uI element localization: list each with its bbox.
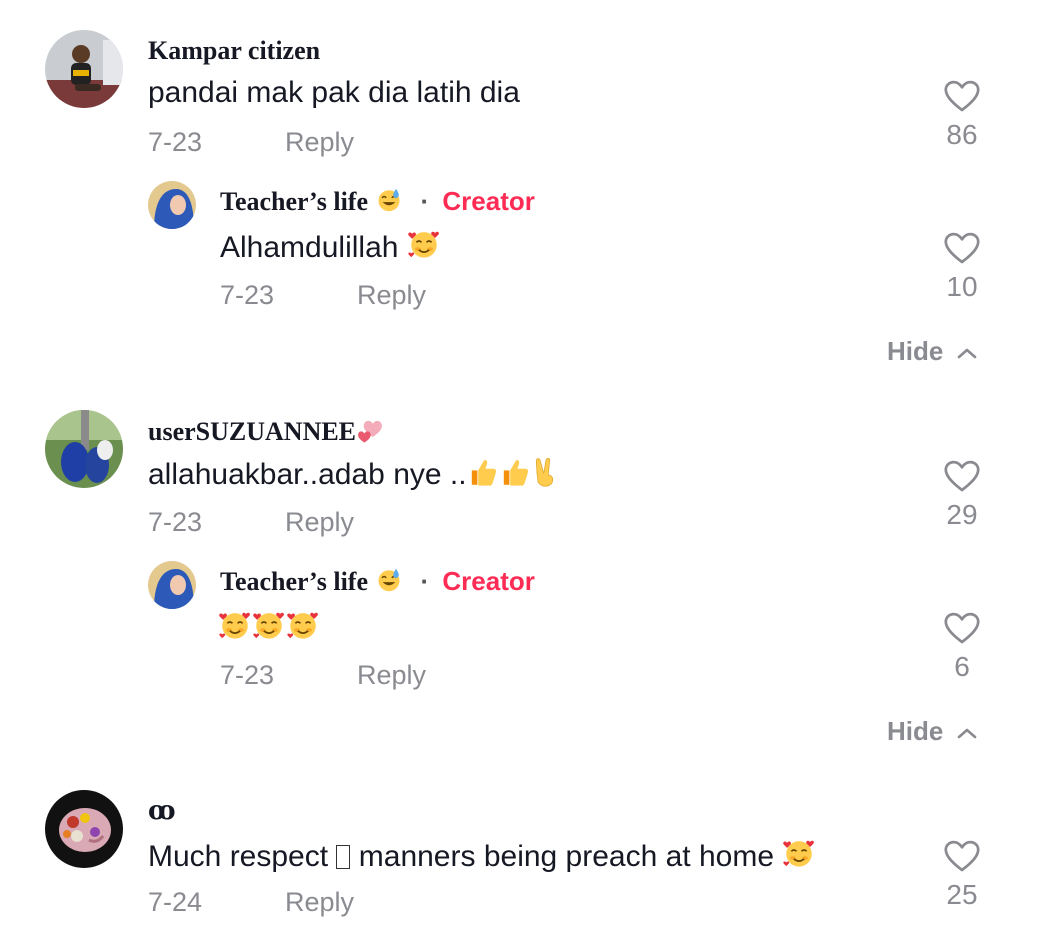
reply-button[interactable]: Reply <box>357 660 426 691</box>
reply-username[interactable]: Teacher’s life <box>220 567 368 596</box>
reply-text-row: Alhamdulillah <box>220 227 441 265</box>
reply-button[interactable]: Reply <box>285 127 354 158</box>
avatar[interactable] <box>148 181 196 229</box>
comment-text-row: Much respect manners being preach at hom… <box>148 836 816 874</box>
creator-badge: Creator <box>442 566 535 596</box>
separator: · <box>420 186 430 216</box>
thumbs-up-icon <box>499 456 531 488</box>
reply-button[interactable]: Reply <box>285 507 354 538</box>
reply-date: 7-23 <box>220 660 275 690</box>
child-photo-avatar <box>45 30 123 108</box>
like-button[interactable]: 25 <box>932 840 992 911</box>
chevron-up-icon <box>957 347 977 359</box>
comment-username[interactable]: Kampar citizen <box>148 36 320 66</box>
smiling-face-with-hearts-emoji-icon <box>218 608 252 642</box>
two-hearts-emoji-icon <box>356 416 384 444</box>
victory-hand-icon <box>531 456 561 488</box>
comment-text-after: manners being preach at home <box>358 840 775 873</box>
smiling-face-with-hearts-emoji-icon <box>252 608 286 642</box>
comment-username-row[interactable]: userSUZUANNEE <box>148 416 384 447</box>
avatar[interactable] <box>45 410 123 488</box>
avatar[interactable] <box>45 30 123 108</box>
separator: · <box>420 566 430 596</box>
comment-text-before: Much respect <box>148 840 329 873</box>
comment-username: userSUZUANNEE <box>148 417 357 446</box>
smiling-face-with-hearts-emoji-icon <box>407 227 441 261</box>
creator-badge: Creator <box>442 186 535 216</box>
hide-label: Hide <box>887 716 944 746</box>
reply-header: Teacher’s life · Creator <box>220 186 535 217</box>
smiling-face-with-hearts-emoji-icon <box>286 608 320 642</box>
thumbs-up-icon <box>467 456 499 488</box>
comment-username[interactable]: ꝏ <box>148 796 176 826</box>
like-count: 29 <box>946 499 978 530</box>
hijab-woman-avatar <box>148 181 196 229</box>
comment-text-row: allahuakbar..adab nye .. <box>148 456 561 492</box>
hijab-woman-avatar <box>148 561 196 609</box>
reply-date: 7-23 <box>220 280 275 310</box>
sweat-smile-emoji-icon <box>375 566 403 594</box>
heart-icon <box>944 232 980 265</box>
heart-icon <box>944 80 980 113</box>
like-count: 10 <box>946 271 978 302</box>
reply-button[interactable]: Reply <box>285 887 354 918</box>
heart-icon <box>944 460 980 493</box>
comment-date: 7-23 <box>148 507 203 537</box>
avatar[interactable] <box>45 790 123 868</box>
like-count: 6 <box>954 651 970 682</box>
hide-replies-button[interactable]: Hide <box>887 336 977 367</box>
floral-brain-avatar <box>45 790 123 868</box>
comment-text: pandai mak pak dia latih dia <box>148 76 520 109</box>
smiling-face-with-hearts-emoji-icon <box>782 836 816 870</box>
reply-button[interactable]: Reply <box>357 280 426 311</box>
heart-icon <box>944 840 980 873</box>
heart-icon <box>944 612 980 645</box>
like-button[interactable]: 86 <box>932 80 992 151</box>
missing-glyph-icon <box>336 845 351 869</box>
hide-label: Hide <box>887 336 944 366</box>
sweat-smile-emoji-icon <box>375 186 403 214</box>
hide-replies-button[interactable]: Hide <box>887 716 977 747</box>
reply-text: Alhamdulillah <box>220 231 399 264</box>
chevron-up-icon <box>957 727 977 739</box>
avatar[interactable] <box>148 561 196 609</box>
reply-username[interactable]: Teacher’s life <box>220 187 368 216</box>
like-button[interactable]: 10 <box>932 232 992 303</box>
comment-date: 7-23 <box>148 127 203 157</box>
comment-date: 7-24 <box>148 887 203 917</box>
comment-text: allahuakbar..adab nye .. <box>148 458 467 491</box>
like-button[interactable]: 29 <box>932 460 992 531</box>
outdoor-group-avatar <box>45 410 123 488</box>
like-button[interactable]: 6 <box>932 612 992 683</box>
like-count: 25 <box>946 879 978 910</box>
like-count: 86 <box>946 119 978 150</box>
reply-emoji-row <box>218 608 320 646</box>
reply-header: Teacher’s life · Creator <box>220 566 535 597</box>
